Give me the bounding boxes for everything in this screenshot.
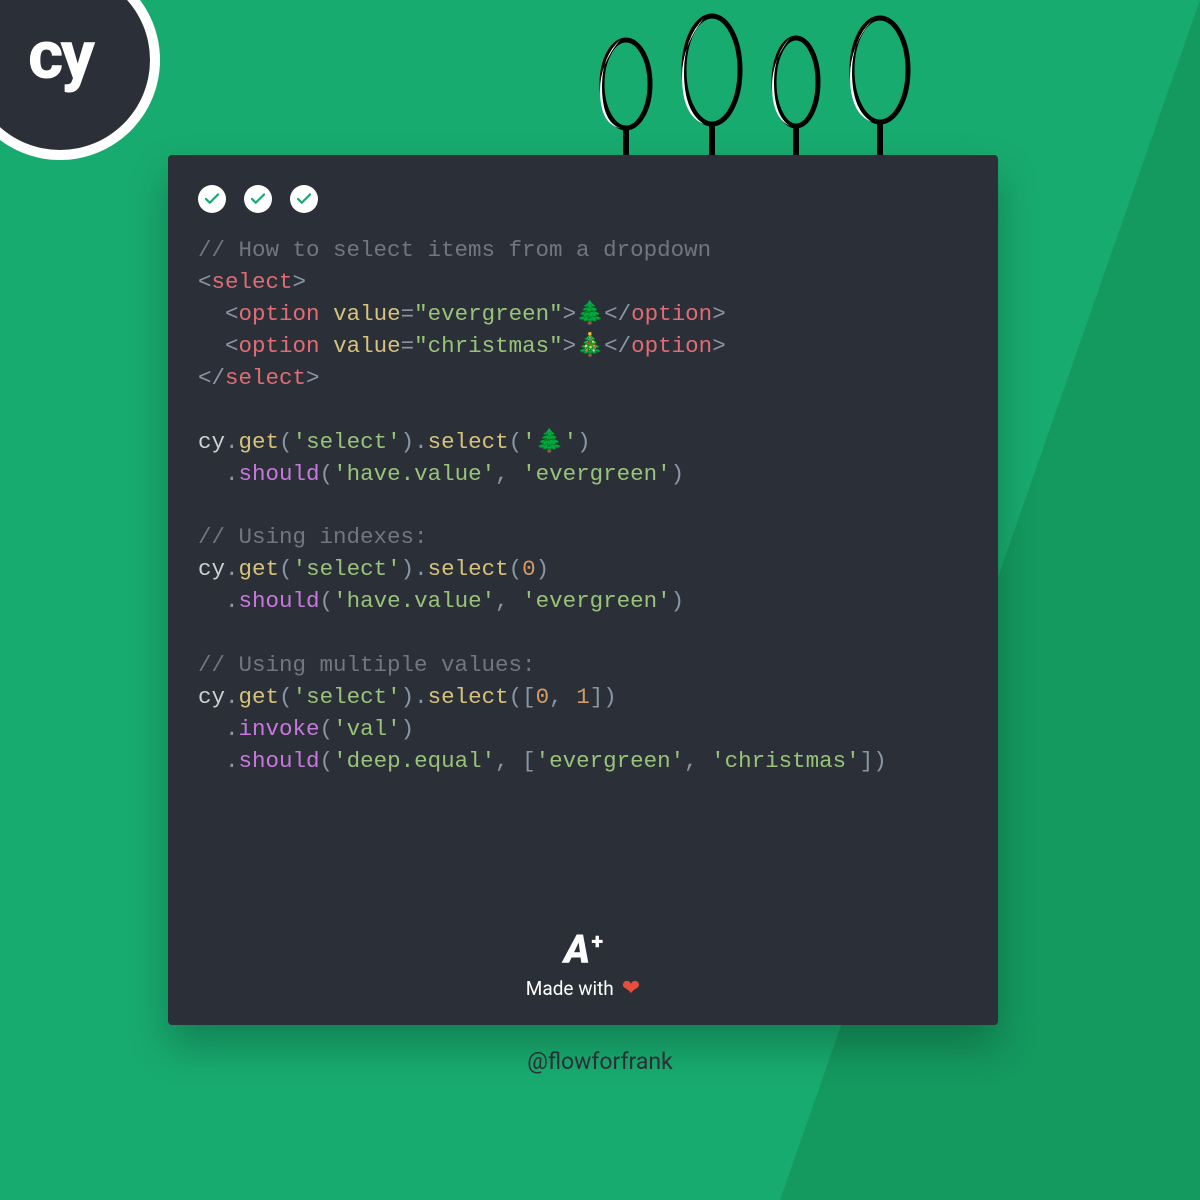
tree-decorations [590,12,912,162]
a-plus-plus: + [591,932,602,954]
tree-icon [840,14,912,162]
tree-icon [672,12,744,162]
code-comment: // Using multiple values: [198,652,536,678]
a-plus-logo: A+ [564,930,602,970]
code-comment: // How to select items from a dropdown [198,237,711,263]
made-with-label: Made with ❤ [526,976,640,1001]
code-comment: // Using indexes: [198,524,428,550]
cypress-logo-text: cy [28,15,92,95]
code-card: // How to select items from a dropdown <… [168,155,998,1025]
test-status-checks [198,185,968,213]
check-icon [244,185,272,213]
tree-icon [762,32,822,162]
check-icon [290,185,318,213]
heart-icon: ❤ [622,976,640,1001]
footer-brand: A+ Made with ❤ [168,930,998,1001]
cypress-logo-wrap: cy [0,0,160,160]
check-icon [198,185,226,213]
code-block: // How to select items from a dropdown <… [198,235,968,778]
tree-icon [590,34,654,162]
author-handle: @flowforfrank [0,1048,1200,1075]
cypress-logo: cy [0,0,150,150]
made-with-text: Made with [526,977,614,1000]
a-plus-a: A [564,930,589,970]
